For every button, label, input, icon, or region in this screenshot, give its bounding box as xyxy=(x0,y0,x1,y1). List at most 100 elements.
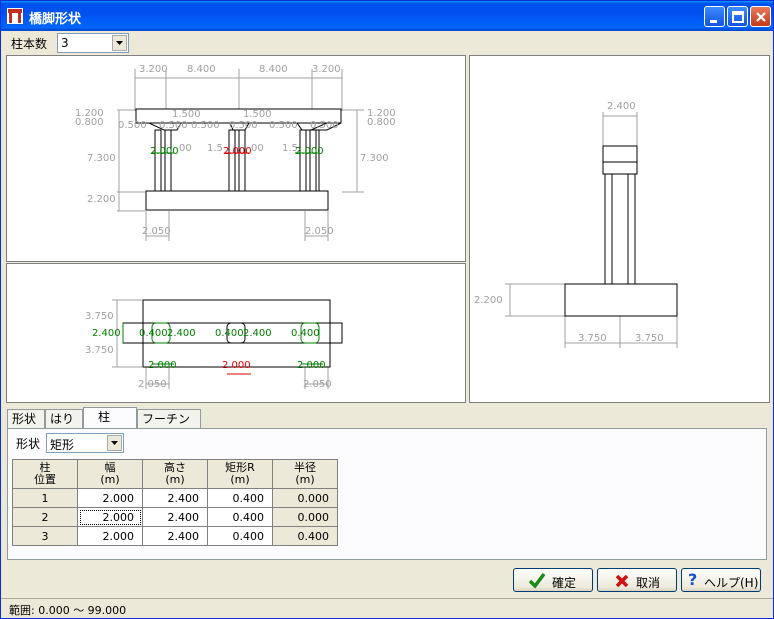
tab-column-label: 柱 xyxy=(98,410,111,424)
cell-width[interactable]: 2.000 xyxy=(77,526,143,546)
plan-left-dim-2: 2.400 xyxy=(92,328,121,339)
cell-radius: 0.400 xyxy=(272,526,338,546)
front-footing-dim-1: 2.050 xyxy=(142,226,171,237)
front-inner-dim-3: 00 xyxy=(179,143,192,154)
plan-left-dim-1: 3.750 xyxy=(85,311,114,322)
tab-footing[interactable]: フーチング xyxy=(137,409,201,445)
plan-col-dim-2: 2.400 xyxy=(167,328,196,339)
ok-button-label: 確定 xyxy=(552,576,577,590)
front-col-width-2: 2.000 xyxy=(223,146,252,157)
dropdown-arrow-icon[interactable] xyxy=(107,435,122,451)
tab-column[interactable]: 柱 xyxy=(83,407,137,429)
cell-height[interactable]: 2.400 xyxy=(142,526,208,546)
header-height: 高さ (m) xyxy=(142,459,208,489)
ok-button[interactable]: 確定 xyxy=(513,568,593,592)
cell-rect-r[interactable]: 0.400 xyxy=(207,507,273,527)
tab-shape[interactable]: 形状 xyxy=(7,409,45,428)
table-row: 2 2.000 2.400 0.400 0.000 xyxy=(12,507,338,527)
minimize-button[interactable] xyxy=(704,6,725,27)
cell-width[interactable]: 2.000 xyxy=(77,507,143,527)
side-bottom-dim-1: 3.750 xyxy=(578,333,607,344)
column-tab-panel: 形状 矩形 柱 位置 幅 (m) 高さ (m) 矩形R (m) 半径 (m) 1… xyxy=(7,428,767,560)
plan-col-width-3: 2.000 xyxy=(297,360,326,371)
front-col-width-1: 2.000 xyxy=(150,146,179,157)
table-header-row: 柱 位置 幅 (m) 高さ (m) 矩形R (m) 半径 (m) xyxy=(12,459,338,489)
help-button[interactable]: ? ヘルプ(H) xyxy=(681,568,761,592)
cell-rect-r[interactable]: 0.400 xyxy=(207,526,273,546)
table-row: 1 2.000 2.400 0.400 0.000 xyxy=(12,488,338,508)
maximize-button[interactable] xyxy=(727,6,748,27)
front-col-width-3: 2.000 xyxy=(295,146,324,157)
plan-col-dim-3: 0.400 xyxy=(215,328,244,339)
tab-shape-label: 形状 xyxy=(12,412,37,426)
front-inner-dim-4: 00 xyxy=(251,143,264,154)
side-left-dim: 2.200 xyxy=(474,295,503,306)
side-top-dim: 2.400 xyxy=(607,101,636,112)
app-icon xyxy=(7,8,23,24)
side-bottom-dim-2: 3.750 xyxy=(635,333,664,344)
cell-width[interactable]: 2.000 xyxy=(77,488,143,508)
plan-view-panel: 3.750 3.750 2.050 2.050 2.400 0.400 2.40… xyxy=(6,263,466,403)
front-inner-dim-1: 1.5 xyxy=(207,143,223,154)
plan-view-drawing: 3.750 3.750 2.050 2.050 2.400 0.400 2.40… xyxy=(85,299,343,390)
cancel-button[interactable]: 取消 xyxy=(597,568,677,592)
column-shape-select[interactable]: 矩形 xyxy=(46,433,124,453)
plan-col-width-2: 2.000 xyxy=(222,360,251,371)
front-haunch-dim-1: 1.500 xyxy=(172,109,201,120)
plan-col-dim-5: 0.400 xyxy=(291,328,320,339)
window-title: 橋脚形状 xyxy=(29,12,82,27)
header-position: 柱 位置 xyxy=(12,459,78,489)
question-icon: ? xyxy=(688,570,698,589)
maximize-icon xyxy=(732,11,744,23)
plan-col-dim-4: 2.400 xyxy=(243,328,272,339)
front-left-dim-2: 0.800 xyxy=(75,117,104,128)
header-rect-r: 矩形R (m) xyxy=(207,459,273,489)
front-right-dim-2: 0.800 xyxy=(367,117,396,128)
column-count-select[interactable]: 3 xyxy=(57,33,129,53)
tab-beam[interactable]: はり xyxy=(45,409,83,428)
side-view-drawing: 2.400 2.200 3.750 3.750 xyxy=(474,101,678,348)
close-button[interactable] xyxy=(750,6,771,27)
front-footing-dim-2: 2.050 xyxy=(305,226,334,237)
checkmark-icon xyxy=(528,572,546,589)
plan-footing-dim-1: 2.050 xyxy=(138,379,167,390)
column-table: 柱 位置 幅 (m) 高さ (m) 矩形R (m) 半径 (m) 1 2.000… xyxy=(12,459,338,546)
tab-beam-label: はり xyxy=(50,412,75,426)
cell-height[interactable]: 2.400 xyxy=(142,507,208,527)
cell-height[interactable]: 2.400 xyxy=(142,488,208,508)
cell-radius: 0.000 xyxy=(272,488,338,508)
column-shape-label: 形状 xyxy=(16,437,41,451)
column-count-value: 3 xyxy=(61,36,69,50)
help-button-label: ヘルプ(H) xyxy=(704,576,759,590)
front-haunch-dim-6: 0.500 xyxy=(229,120,258,131)
side-view-panel: 2.400 2.200 3.750 3.750 xyxy=(469,55,770,403)
cell-position: 2 xyxy=(12,507,78,527)
plan-col-width-1: 2.000 xyxy=(148,360,177,371)
front-haunch-dim-7: 0.500 xyxy=(269,120,298,131)
status-range-text: 範囲: 0.000 ～ 99.000 xyxy=(9,604,127,617)
front-top-dim-4: 3.200 xyxy=(312,64,341,75)
title-bar: 橋脚形状 xyxy=(1,1,773,31)
front-haunch-dim-4: 0.500 xyxy=(159,120,188,131)
front-haunch-dim-3: 0.500 xyxy=(118,120,147,131)
front-view-drawing: 3.200 8.400 8.400 3.200 1.200 0.800 7.30… xyxy=(75,64,396,241)
plan-col-dim-1: 0.400 xyxy=(139,328,168,339)
front-view-panel: 3.200 8.400 8.400 3.200 1.200 0.800 7.30… xyxy=(6,55,466,262)
front-haunch-dim-5: 0.500 xyxy=(191,120,220,131)
cross-icon xyxy=(615,574,629,588)
column-shape-value: 矩形 xyxy=(50,438,75,452)
cell-rect-r[interactable]: 0.400 xyxy=(207,488,273,508)
front-haunch-dim-8: 0.500 xyxy=(310,120,339,131)
front-left-dim-3: 7.300 xyxy=(87,153,116,164)
cell-radius: 0.000 xyxy=(272,507,338,527)
header-radius: 半径 (m) xyxy=(272,459,338,489)
cell-position: 1 xyxy=(12,488,78,508)
cell-position: 3 xyxy=(12,526,78,546)
plan-footing-dim-2: 2.050 xyxy=(303,379,332,390)
front-top-dim-3: 8.400 xyxy=(259,64,288,75)
dropdown-arrow-icon[interactable] xyxy=(112,35,127,51)
main-window: 橋脚形状 柱本数 3 3.200 8.400 8.400 3.200 1.200… xyxy=(0,0,774,619)
header-width: 幅 (m) xyxy=(77,459,143,489)
front-top-dim-1: 3.200 xyxy=(139,64,168,75)
front-haunch-dim-2: 1.500 xyxy=(243,109,272,120)
